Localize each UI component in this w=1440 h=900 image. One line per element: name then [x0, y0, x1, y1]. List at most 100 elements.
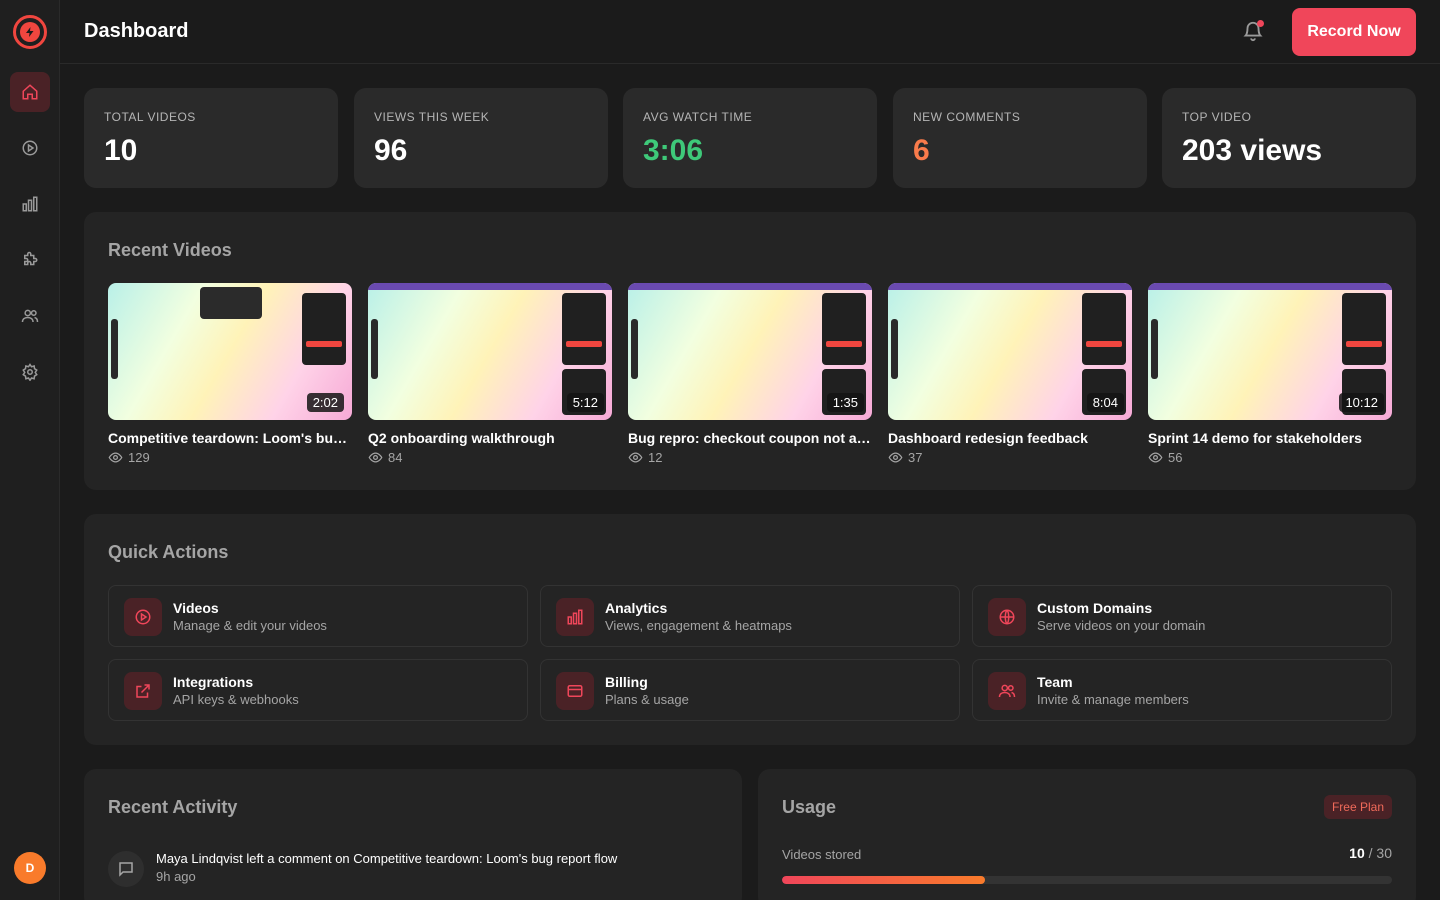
- sidebar-item-analytics[interactable]: [10, 184, 50, 224]
- home-icon: [22, 84, 38, 100]
- video-card[interactable]: 2:02 Competitive teardown: Loom's bug re…: [108, 283, 352, 465]
- recent-videos-panel: Recent Videos 2:02 Competitive teardown:…: [84, 212, 1416, 490]
- users-icon: [998, 684, 1016, 698]
- quick-action-custom-domains[interactable]: Custom Domains Serve videos on your doma…: [972, 585, 1392, 647]
- record-now-button[interactable]: Record Now: [1292, 8, 1416, 56]
- sidebar-item-team[interactable]: [10, 296, 50, 336]
- puzzle-icon: [24, 251, 38, 266]
- bar-chart-icon: [22, 196, 38, 212]
- app-logo-icon[interactable]: [13, 15, 47, 49]
- quick-action-desc: Plans & usage: [605, 692, 689, 707]
- eye-icon: [888, 452, 903, 463]
- activity-icon: [108, 851, 144, 887]
- stat-card-views-this-week: VIEWS THIS WEEK 96: [354, 88, 608, 188]
- video-duration: 1:35: [826, 393, 864, 412]
- eye-icon: [1148, 452, 1163, 463]
- video-views: 37: [888, 450, 1132, 465]
- recent-activity-panel: Recent Activity Maya Lindqvist left a co…: [84, 769, 742, 900]
- quick-actions-panel: Quick Actions Videos Manage & edit your …: [84, 514, 1416, 745]
- video-views: 129: [108, 450, 352, 465]
- video-title[interactable]: Sprint 14 demo for stakeholders: [1148, 430, 1392, 446]
- bar-chart-icon: [567, 609, 583, 625]
- notification-dot: [1257, 20, 1264, 27]
- avatar[interactable]: D: [14, 852, 46, 884]
- stat-card-new-comments: NEW COMMENTS 6: [893, 88, 1147, 188]
- quick-action-title: Videos: [173, 600, 219, 616]
- stat-card-total-videos: TOTAL VIDEOS 10: [84, 88, 338, 188]
- quick-action-title: Billing: [605, 674, 648, 690]
- video-thumbnail[interactable]: 2:02: [108, 283, 352, 420]
- stat-label: TOTAL VIDEOS: [104, 110, 196, 124]
- sidebar-item-settings[interactable]: [10, 352, 50, 392]
- video-duration: 10:12: [1339, 393, 1384, 412]
- quick-action-billing[interactable]: Billing Plans & usage: [540, 659, 960, 721]
- sidebar: D: [0, 0, 60, 900]
- gear-icon: [22, 363, 38, 381]
- plan-badge[interactable]: Free Plan: [1323, 795, 1392, 819]
- sidebar-item-videos[interactable]: [10, 128, 50, 168]
- video-title[interactable]: Q2 onboarding walkthrough: [368, 430, 612, 446]
- quick-action-title: Team: [1037, 674, 1073, 690]
- sidebar-item-integrations[interactable]: [10, 240, 50, 280]
- activity-time: 9h ago: [156, 869, 196, 884]
- globe-icon: [999, 609, 1015, 625]
- eye-icon: [108, 452, 123, 463]
- video-views: 12: [628, 450, 872, 465]
- video-thumbnail[interactable]: 1:35: [628, 283, 872, 420]
- video-views: 56: [1148, 450, 1392, 465]
- video-card[interactable]: 8:04 Dashboard redesign feedback 37: [888, 283, 1132, 465]
- video-duration: 8:04: [1086, 393, 1124, 412]
- quick-action-desc: Views, engagement & heatmaps: [605, 618, 792, 633]
- views-count: 84: [388, 450, 403, 465]
- credit-card-icon: [567, 685, 583, 697]
- section-title: Recent Videos: [108, 240, 232, 260]
- stat-value: 96: [374, 134, 408, 167]
- quick-action-title: Integrations: [173, 674, 254, 690]
- quick-action-desc: Invite & manage members: [1037, 692, 1189, 707]
- video-title[interactable]: Bug repro: checkout coupon not applying: [628, 430, 872, 446]
- comment-icon: [119, 862, 133, 877]
- quick-action-videos[interactable]: Videos Manage & edit your videos: [108, 585, 528, 647]
- quick-action-desc: Manage & edit your videos: [173, 618, 327, 633]
- stat-label: VIEWS THIS WEEK: [374, 110, 490, 124]
- stat-value: 6: [913, 134, 930, 167]
- video-card[interactable]: 1:35 Bug repro: checkout coupon not appl…: [628, 283, 872, 465]
- stat-card-top-video: TOP VIDEO 203 views: [1162, 88, 1416, 188]
- views-count: 129: [128, 450, 150, 465]
- stat-label: TOP VIDEO: [1182, 110, 1252, 124]
- stat-value: 3:06: [643, 134, 704, 167]
- section-title: Quick Actions: [108, 542, 229, 562]
- quick-action-analytics[interactable]: Analytics Views, engagement & heatmaps: [540, 585, 960, 647]
- stat-value: 203 views: [1182, 134, 1323, 167]
- quick-action-desc: API keys & webhooks: [173, 692, 299, 707]
- usage-limit: 30: [1376, 845, 1392, 861]
- usage-count: 10 / 30: [1349, 845, 1392, 861]
- stat-label: NEW COMMENTS: [913, 110, 1021, 124]
- usage-panel: Usage Free Plan Videos stored 10 / 30: [758, 769, 1416, 900]
- quick-action-title: Analytics: [605, 600, 668, 616]
- usage-progress-bar: [782, 876, 1392, 884]
- views-count: 12: [648, 450, 663, 465]
- stat-label: AVG WATCH TIME: [643, 110, 753, 124]
- video-card[interactable]: 5:12 Q2 onboarding walkthrough 84: [368, 283, 612, 465]
- video-card[interactable]: 10:12 Sprint 14 demo for stakeholders 56: [1148, 283, 1392, 465]
- stat-value: 10: [104, 134, 138, 167]
- stat-card-avg-watch-time: AVG WATCH TIME 3:06: [623, 88, 877, 188]
- video-title[interactable]: Dashboard redesign feedback: [888, 430, 1132, 446]
- quick-action-integrations[interactable]: Integrations API keys & webhooks: [108, 659, 528, 721]
- video-thumbnail[interactable]: 8:04: [888, 283, 1132, 420]
- section-title: Usage: [782, 797, 837, 817]
- usage-separator: /: [1368, 845, 1373, 861]
- quick-action-desc: Serve videos on your domain: [1037, 618, 1206, 633]
- video-thumbnail[interactable]: 10:12: [1148, 283, 1392, 420]
- usage-progress-fill: [782, 876, 986, 884]
- video-thumbnail[interactable]: 5:12: [368, 283, 612, 420]
- views-count: 37: [908, 450, 923, 465]
- quick-action-team[interactable]: Team Invite & manage members: [972, 659, 1392, 721]
- external-link-icon: [136, 684, 150, 698]
- video-title[interactable]: Competitive teardown: Loom's bug report …: [108, 430, 352, 446]
- activity-text[interactable]: Maya Lindqvist left a comment on Competi…: [156, 851, 617, 866]
- play-circle-icon: [22, 140, 38, 156]
- eye-icon: [628, 452, 643, 463]
- sidebar-item-home[interactable]: [10, 72, 50, 112]
